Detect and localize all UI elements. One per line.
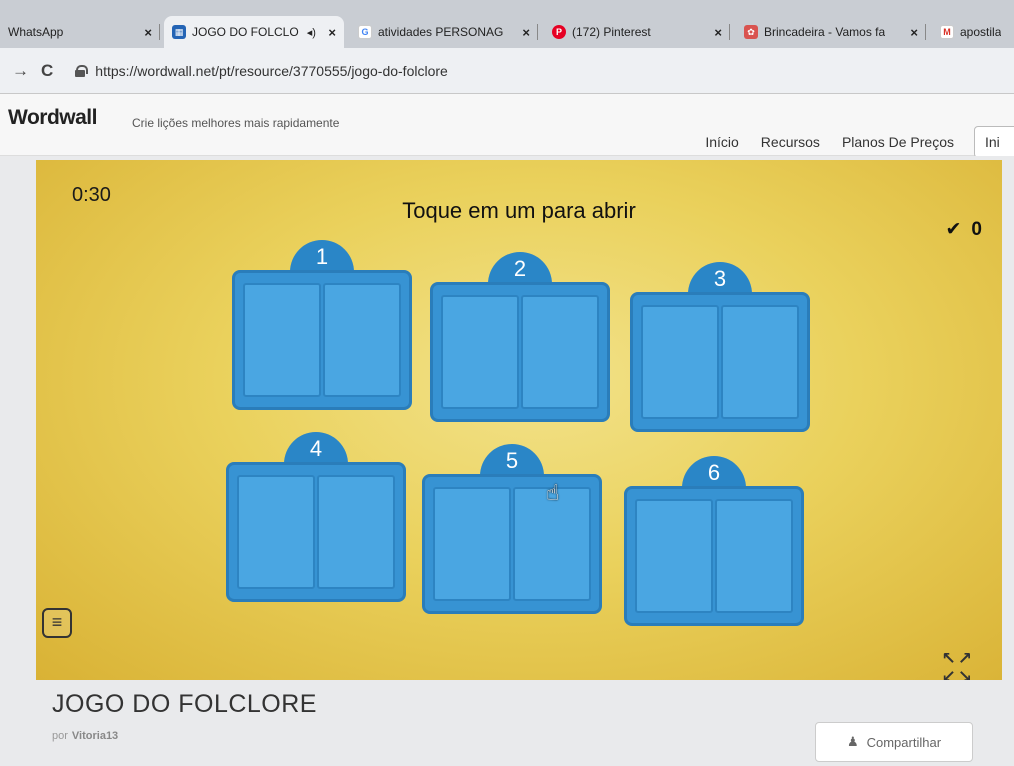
reload-icon[interactable]: C [41,61,53,81]
close-icon[interactable]: × [904,25,918,40]
tab-brincadeira[interactable]: ✿ Brincadeira - Vamos fa × [736,16,926,48]
gmail-icon: M [940,25,954,39]
speaker-icon[interactable]: ◂) [307,26,316,39]
google-icon: G [358,25,372,39]
share-label: Compartilhar [866,734,942,750]
tab-apostila[interactable]: M apostila [932,16,1014,48]
share-button[interactable]: ♟ Compartilhar [815,722,973,762]
box-3[interactable]: 3 [630,262,810,432]
box-lid [430,282,610,422]
close-icon[interactable]: × [322,25,336,40]
site-header: Wordwall Crie lições melhores mais rapid… [0,94,1014,158]
box-1[interactable]: 1 [232,240,412,410]
login-button[interactable]: Ini [974,126,1014,158]
pinterest-icon: P [552,25,566,39]
hand-cursor-icon: ☝ [546,480,560,505]
wordwall-logo[interactable]: Wordwall [8,106,97,130]
box-lid [226,462,406,602]
box-lid [422,474,602,614]
tab-label: JOGO DO FOLCLO [192,25,299,39]
author-line: por Vitoria13 [52,730,118,742]
tab-jogo-do-folclore[interactable]: ▦ JOGO DO FOLCLO ◂) × [164,16,344,48]
close-icon[interactable]: × [516,25,530,40]
tab-label: Brincadeira - Vamos fa [764,25,886,39]
tab-label: apostila [960,25,1002,39]
site-tagline: Crie lições melhores mais rapidamente [132,116,340,130]
browser-tab-strip: WhatsApp × ▦ JOGO DO FOLCLO ◂) × G ativi… [0,0,1014,48]
box-lid [624,486,804,626]
tab-label: (172) Pinterest [572,25,651,39]
url-field[interactable]: https://wordwall.net/pt/resource/3770555… [75,63,448,79]
site-nav: Início Recursos Planos De Preços [705,134,954,150]
wordwall-icon: ▦ [172,25,186,39]
box-6[interactable]: 6 [624,456,804,626]
game-prompt: Toque em um para abrir [402,198,636,223]
tab-label: atividades PERSONAG [378,25,504,39]
person-icon: ♟ [846,734,859,749]
tab-pinterest[interactable]: P (172) Pinterest × [544,16,730,48]
tab-whatsapp[interactable]: WhatsApp × [0,16,160,48]
box-2[interactable]: 2 [430,252,610,422]
address-bar: → C https://wordwall.net/pt/resource/377… [0,48,1014,94]
box-4[interactable]: 4 [226,432,406,602]
tab-label: WhatsApp [8,25,64,39]
box-lid [232,270,412,410]
nav-link-recursos[interactable]: Recursos [761,134,820,150]
fullscreen-icon[interactable]: ↖↗ ↙↘ [942,650,975,681]
close-icon[interactable]: × [138,25,152,40]
box-lid [630,292,810,432]
nav-link-planos[interactable]: Planos De Preços [842,134,954,150]
score-value: 0 [971,219,982,240]
menu-icon[interactable]: ≡ [42,608,72,638]
tab-atividades[interactable]: G atividades PERSONAG × [350,16,538,48]
score-counter: ✔ 0 [946,218,983,241]
lock-icon [75,64,89,77]
author-prefix: por [52,730,68,742]
close-icon[interactable]: × [708,25,722,40]
nav-link-inicio[interactable]: Início [705,134,738,150]
author-name[interactable]: Vitoria13 [72,730,118,742]
game-area: 0:30 Toque em um para abrir ✔ 0 1 2 3 4 5… [36,160,1002,680]
check-icon: ✔ [945,219,962,240]
url-text[interactable]: https://wordwall.net/pt/resource/3770555… [95,63,448,79]
box-5[interactable]: 5 [422,444,602,614]
activity-title: JOGO DO FOLCLORE [52,690,317,718]
back-arrow-icon[interactable]: → [12,61,29,81]
site-icon: ✿ [744,25,758,39]
